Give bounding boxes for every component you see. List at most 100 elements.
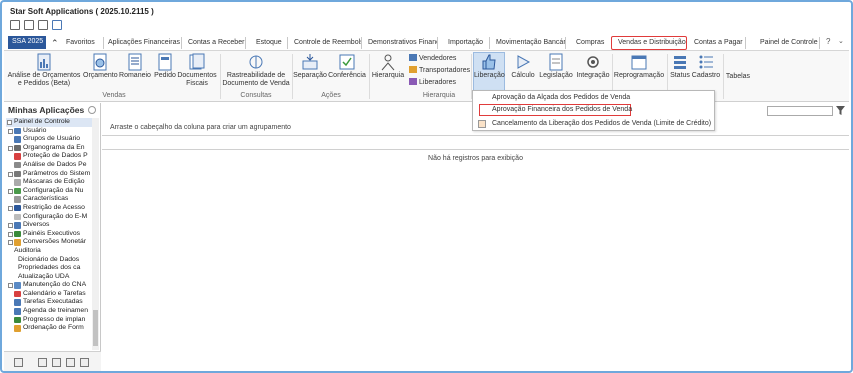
- tree-item[interactable]: Progresso de implan: [6, 316, 92, 325]
- reports-icon[interactable]: [66, 358, 75, 367]
- tree-item[interactable]: Atualização UDA: [6, 273, 92, 282]
- tree-item[interactable]: Agenda de treinamen: [6, 307, 92, 316]
- sidebar-scrollbar[interactable]: [92, 118, 99, 350]
- tree-item[interactable]: Máscaras de Edição: [6, 178, 92, 187]
- tree-item[interactable]: Diversos: [6, 221, 92, 230]
- tree-item[interactable]: Parâmetros do Sistem: [6, 170, 92, 179]
- tree-item[interactable]: Painéis Executivos: [6, 230, 92, 239]
- tree-item[interactable]: Propriedades dos ca: [6, 264, 92, 273]
- expand-icon[interactable]: [8, 240, 13, 246]
- orcamento-button[interactable]: Orçamento: [83, 53, 118, 80]
- tab-estoque[interactable]: Estoque: [254, 37, 288, 49]
- tab-aplicacoes-financeiras[interactable]: Aplicações Financeiras: [106, 37, 182, 49]
- romaneio-button[interactable]: Romaneio: [118, 53, 152, 80]
- cadastro-button[interactable]: Cadastro: [691, 53, 721, 80]
- integracao-button[interactable]: Integração: [575, 53, 611, 80]
- menu-item-cancelamento-liberacao[interactable]: Cancelamento da Liberação dos Pedidos de…: [473, 118, 714, 130]
- collapse-ribbon-icon[interactable]: ⌃: [49, 36, 61, 48]
- conferencia-button[interactable]: Conferência: [327, 53, 367, 80]
- calculo-button[interactable]: Cálculo: [508, 53, 538, 80]
- tree-item-label: Máscaras de Edição: [23, 178, 85, 186]
- hierarquia-button[interactable]: Hierarquia: [370, 53, 406, 80]
- expand-icon[interactable]: [8, 231, 13, 237]
- more-icon[interactable]: [80, 358, 89, 367]
- tab-contas-a-receber[interactable]: Contas a Receber: [186, 37, 246, 49]
- tree-item[interactable]: Organograma da En: [6, 144, 92, 153]
- status-bars-icon: [674, 56, 686, 69]
- tree-item[interactable]: Restrição de Acesso: [6, 204, 92, 213]
- filter-icon[interactable]: [836, 106, 845, 115]
- tab-favoritos[interactable]: Favoritos: [64, 37, 104, 49]
- tree-item-label: Proteção de Dados P: [23, 152, 88, 160]
- legislacao-button[interactable]: Legislação: [538, 53, 574, 80]
- tab-painel-de-controle[interactable]: Painel de Controle: [758, 37, 820, 49]
- menu-item-aprovacao-alcada[interactable]: Aprovação da Alçada dos Pedidos de Venda: [473, 92, 714, 104]
- expand-icon[interactable]: [8, 171, 13, 177]
- window-layout-icon[interactable]: [52, 20, 62, 30]
- transportadores-button[interactable]: Transportadores: [409, 66, 470, 74]
- tree-item[interactable]: Conversões Monetár: [6, 238, 92, 247]
- scrollbar-thumb[interactable]: [93, 310, 98, 346]
- liberadores-button[interactable]: Liberadores: [409, 78, 456, 86]
- tree-item[interactable]: Análise de Dados Pe: [6, 161, 92, 170]
- tree-item[interactable]: Usuário: [6, 127, 92, 136]
- sidebar-title: Minhas Aplicações: [8, 105, 85, 115]
- tree-item[interactable]: Auditoria: [6, 247, 92, 256]
- tree-root[interactable]: Painel de Controle: [6, 118, 92, 127]
- tree-item[interactable]: Dicionário de Dados: [6, 256, 92, 265]
- status-button[interactable]: Status: [669, 53, 691, 80]
- app-menu-tab[interactable]: SSA 2025: [8, 36, 46, 49]
- tab-demonstrativos-financeiros[interactable]: Demonstrativos Financ: [366, 37, 438, 49]
- tree-item[interactable]: Manutenção do CNA: [6, 281, 92, 290]
- tab-vendas-e-distribuicao[interactable]: Vendas e Distribuição: [611, 36, 687, 50]
- hierarquia-label: Hierarquia: [371, 72, 405, 79]
- analise-orcamentos-button[interactable]: Análise de Orçamentos e Pedidos (Beta): [6, 53, 82, 88]
- tree-item[interactable]: Grupos de Usuário: [6, 135, 92, 144]
- favorites-icon[interactable]: [38, 358, 47, 367]
- expand-icon[interactable]: [8, 188, 13, 194]
- apps-icon[interactable]: [52, 358, 61, 367]
- title-bar: Star Soft Applications ( 2025.10.2115 ): [4, 4, 849, 18]
- expand-icon[interactable]: [8, 205, 13, 211]
- tree-item[interactable]: Configuração do E-M: [6, 213, 92, 222]
- pin-icon[interactable]: [88, 106, 96, 114]
- tab-compras[interactable]: Compras: [574, 37, 608, 49]
- menu-item-aprovacao-financeira[interactable]: Aprovação Financeira dos Pedidos de Vend…: [479, 104, 632, 116]
- collapse-icon[interactable]: [7, 120, 12, 125]
- separation-icon: [302, 54, 318, 70]
- expand-icon[interactable]: [8, 223, 13, 229]
- reprogramacao-button[interactable]: Reprogramação: [613, 53, 665, 80]
- analysis-icon: [14, 161, 21, 169]
- close-all-icon[interactable]: [10, 20, 20, 30]
- expand-icon[interactable]: [8, 128, 13, 134]
- group-label-consultas: Consultas: [240, 92, 272, 99]
- tree-item[interactable]: Tarefas Executadas: [6, 298, 92, 307]
- tasks-icon: [14, 299, 21, 306]
- calendar-icon[interactable]: [38, 20, 48, 30]
- calculator-icon[interactable]: [24, 20, 34, 30]
- tree-item[interactable]: Configuração da Nu: [6, 187, 92, 196]
- sort-icon: [14, 325, 21, 332]
- rastreabilidade-button[interactable]: Rastreabilidade de Documento de Venda: [222, 53, 290, 88]
- tab-controle-de-reembolso[interactable]: Controle de Reembolso: [292, 37, 362, 49]
- tree-item[interactable]: Ordenação de Form: [6, 324, 92, 333]
- tab-contas-a-pagar[interactable]: Contas a Pagar: [692, 37, 746, 49]
- tree-item[interactable]: Proteção de Dados P: [6, 152, 92, 161]
- tree-item[interactable]: Características: [6, 195, 92, 204]
- tab-movimentacao-bancaria[interactable]: Movimentação Bancár: [494, 37, 566, 49]
- pedido-button[interactable]: Pedido: [153, 53, 177, 80]
- trace-icon: [249, 55, 263, 69]
- tree-item[interactable]: Calendário e Tarefas: [6, 290, 92, 299]
- vendedores-button[interactable]: Vendedores: [409, 54, 456, 62]
- documentos-fiscais-button[interactable]: Documentos Fiscais: [177, 53, 217, 88]
- shield-icon: [14, 153, 21, 160]
- separacao-button[interactable]: Separação: [293, 53, 327, 80]
- grid-search-input[interactable]: [767, 106, 833, 116]
- expand-icon[interactable]: [8, 283, 13, 289]
- home-icon[interactable]: [14, 358, 23, 367]
- tabelas-button[interactable]: Tabelas: [724, 73, 752, 81]
- expand-icon[interactable]: [8, 145, 13, 151]
- help-button[interactable]: ?: [826, 37, 830, 46]
- tab-importacao[interactable]: Importação: [446, 37, 490, 49]
- ribbon-options-icon[interactable]: ⌄: [838, 37, 844, 45]
